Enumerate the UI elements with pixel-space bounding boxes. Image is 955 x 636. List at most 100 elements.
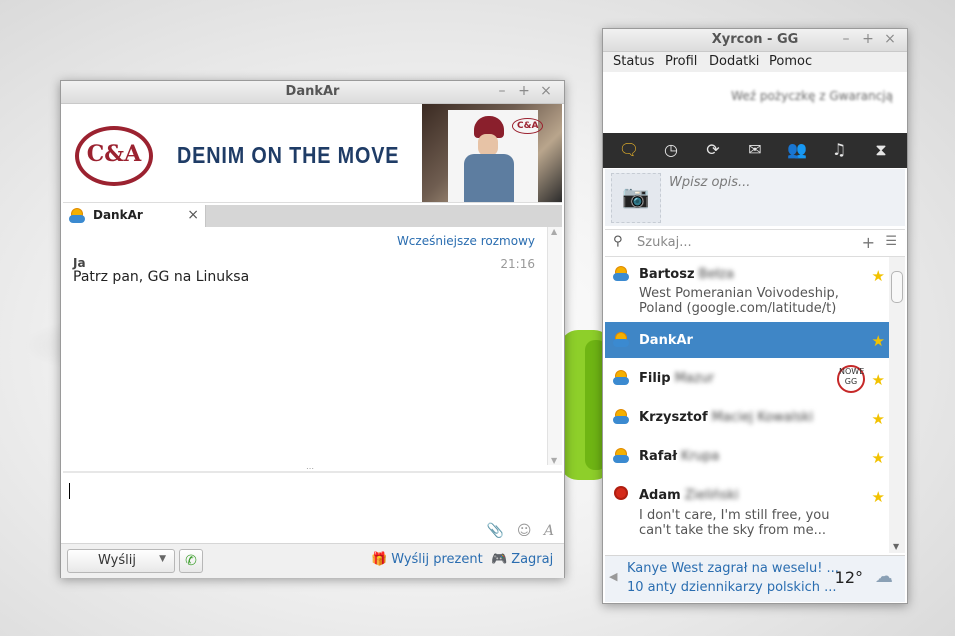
call-button[interactable]: ✆	[179, 549, 203, 573]
profile-area: 📷 Wpisz opis...	[605, 169, 905, 226]
brand-logo: C&A	[75, 126, 153, 186]
add-contact-icon[interactable]: +	[862, 233, 875, 252]
weather-temperature[interactable]: 12°	[835, 568, 863, 587]
menu-dodatki[interactable]: Dodatki	[709, 54, 759, 69]
chat-icon[interactable]: 🗨	[617, 139, 641, 161]
maximize-button[interactable]: +	[517, 83, 531, 99]
news-bar: ◀ Kanye West zagrał na weselu! ... 10 an…	[605, 555, 905, 602]
promo-banner[interactable]: Weź pożyczkę z Gwarancją	[605, 73, 905, 133]
conversation-scrollbar[interactable]: ▲ ▼	[547, 227, 562, 465]
favorite-star-icon[interactable]: ★	[872, 267, 885, 285]
favorite-star-icon[interactable]: ★	[872, 488, 885, 506]
emoticon-icon[interactable]: ☺	[517, 523, 532, 539]
favorite-star-icon[interactable]: ★	[872, 371, 885, 389]
tab-close-icon[interactable]: ×	[187, 207, 199, 223]
menu-profil[interactable]: Profil	[665, 54, 697, 69]
search-bar: ⚲ Szukaj... + ☰	[605, 229, 905, 257]
contact-name: Adam Zieliński	[639, 488, 739, 503]
history-icon[interactable]: ◷	[659, 139, 683, 161]
scrollbar-thumb[interactable]	[891, 271, 903, 303]
close-button[interactable]: ×	[883, 31, 897, 47]
list-options-icon[interactable]: ☰	[885, 234, 897, 249]
contact-item[interactable]: Adam Zieliński I don't care, I'm still fr…	[605, 477, 889, 553]
weather-cloud-icon[interactable]: ☁	[875, 566, 893, 587]
status-available-icon	[613, 267, 629, 281]
news-item[interactable]: 10 anty dziennikarzy polskich ...	[627, 580, 837, 595]
minimize-button[interactable]: –	[839, 31, 853, 47]
status-available-icon	[613, 371, 629, 385]
contact-name: Filip Mazur	[639, 371, 715, 386]
status-available-icon	[613, 410, 629, 424]
favorite-star-icon[interactable]: ★	[872, 410, 885, 428]
main-toolbar: 🗨 ◷ ⟳ ✉ 👥 ♫ ⧗	[603, 133, 907, 168]
contact-status: I don't care, I'm still free, you can't …	[639, 508, 830, 538]
menu-bar: Status Profil Dodatki Pomoc	[603, 52, 907, 72]
contact-item[interactable]: Bartosz Bełza West Pomeranian Voivodeship…	[605, 257, 889, 321]
message-sender: Ja	[73, 256, 86, 270]
maximize-button[interactable]: +	[861, 31, 875, 47]
status-available-icon	[613, 449, 629, 463]
contact-name: Bartosz Bełza	[639, 267, 734, 282]
dropdown-arrow-icon[interactable]: ▼	[159, 554, 166, 564]
conversation-view[interactable]: Wcześniejsze rozmowy Ja 21:16 Patrz pan,…	[63, 227, 547, 471]
attach-icon[interactable]: 📎	[487, 523, 504, 539]
contacts-icon[interactable]: 👥	[785, 139, 809, 161]
tab-dankar[interactable]: DankAr ×	[63, 205, 206, 227]
chat-window-title: DankAr	[285, 84, 340, 99]
mail-icon[interactable]: ✉	[743, 139, 767, 161]
contact-name: Rafał Krupa	[639, 449, 720, 464]
earlier-conversations-link[interactable]: Wcześniejsze rozmowy	[397, 234, 535, 248]
close-button[interactable]: ×	[539, 83, 553, 99]
phone-icon: ✆	[185, 553, 197, 569]
send-label: Wyślij	[98, 553, 136, 568]
contact-list[interactable]: Bartosz Bełza West Pomeranian Voivodeship…	[605, 257, 889, 553]
contact-name: DankAr	[639, 333, 693, 348]
search-input[interactable]: Szukaj...	[637, 235, 692, 250]
contact-name: Krzysztof Maciej Kowalski	[639, 410, 814, 425]
refresh-icon[interactable]: ⟳	[701, 139, 725, 161]
font-format-icon[interactable]: A	[544, 523, 554, 539]
main-titlebar[interactable]: Xyrcon - GG – + ×	[603, 29, 907, 52]
message-time: 21:16	[500, 257, 535, 271]
ad-banner[interactable]: C&A DENIM ON THE MOVE C&A	[63, 104, 562, 203]
gift-icon: 🎁	[371, 552, 388, 567]
splitter-grip-icon[interactable]: ⋯	[306, 464, 314, 473]
menu-pomoc[interactable]: Pomoc	[769, 54, 812, 69]
contact-status: West Pomeranian Voivodeship, Poland (goo…	[639, 286, 839, 316]
send-gift-link[interactable]: 🎁 Wyślij prezent	[371, 552, 483, 567]
play-label: Zagraj	[511, 552, 554, 567]
play-link[interactable]: 🎮 Zagraj	[491, 552, 553, 567]
favorite-star-icon[interactable]: ★	[872, 332, 885, 350]
contact-item[interactable]: Filip Mazur NOWE GG ★	[605, 359, 889, 397]
ad-photo: C&A	[422, 104, 562, 202]
ad-text: DENIM ON THE MOVE	[177, 142, 400, 168]
scroll-down-icon[interactable]: ▼	[551, 456, 557, 465]
game-icon[interactable]: ⧗	[869, 139, 893, 161]
avatar-camera-icon[interactable]: 📷	[611, 173, 661, 223]
menu-status[interactable]: Status	[613, 54, 654, 69]
message-input[interactable]: 📎 ☺ A	[63, 473, 562, 543]
favorite-star-icon[interactable]: ★	[872, 449, 885, 467]
search-icon: ⚲	[613, 234, 623, 249]
chat-window: DankAr – + × C&A DENIM ON THE MOVE C&A D…	[60, 80, 565, 578]
text-caret	[69, 483, 70, 499]
tab-label: DankAr	[93, 208, 143, 222]
send-button[interactable]: Wyślij ▼	[67, 549, 175, 573]
new-gg-badge: NOWE GG	[837, 365, 865, 393]
send-gift-label: Wyślij prezent	[391, 552, 483, 567]
contact-item[interactable]: Krzysztof Maciej Kowalski ★	[605, 399, 889, 437]
description-input[interactable]: Wpisz opis...	[669, 175, 750, 190]
minimize-button[interactable]: –	[495, 83, 509, 99]
contact-list-scrollbar[interactable]: ▼	[889, 257, 905, 553]
contact-item-selected[interactable]: DankAr ★	[605, 322, 889, 358]
chat-titlebar[interactable]: DankAr – + ×	[61, 81, 564, 104]
news-item[interactable]: Kanye West zagrał na weselu! ...	[627, 561, 839, 576]
music-icon[interactable]: ♫	[827, 139, 851, 161]
tab-bar: DankAr ×	[63, 205, 562, 227]
ad-mini-logo: C&A	[512, 118, 544, 134]
contact-item[interactable]: Rafał Krupa ★	[605, 438, 889, 476]
news-prev-icon[interactable]: ◀	[609, 570, 617, 583]
promo-text: Weź pożyczkę z Gwarancją	[731, 89, 893, 103]
scroll-down-icon[interactable]: ▼	[893, 542, 899, 551]
scroll-up-icon[interactable]: ▲	[551, 227, 557, 236]
